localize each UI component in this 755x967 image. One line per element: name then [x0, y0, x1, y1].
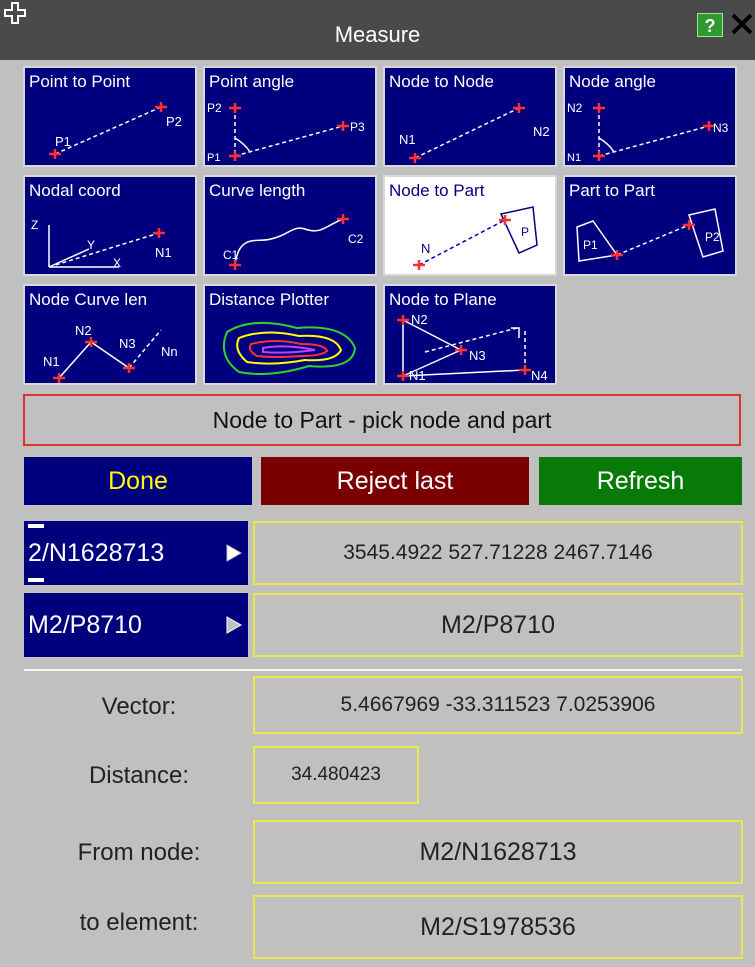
- node-to-node-icon: N1 N2: [399, 103, 550, 163]
- vector-label: Vector:: [101, 693, 177, 720]
- reject-last-button[interactable]: Reject last: [261, 457, 529, 505]
- from-node-label: From node:: [77, 839, 201, 866]
- tile-text: N1: [409, 368, 426, 383]
- refresh-button[interactable]: Refresh: [539, 457, 742, 505]
- tile-text: N4: [531, 368, 548, 383]
- part-picker-label: M2/P8710: [28, 611, 142, 639]
- move-icon[interactable]: [4, 2, 26, 24]
- node-picker[interactable]: 2/N1628713: [24, 521, 248, 585]
- tile-text: N2: [567, 101, 583, 115]
- node-angle-icon: N2 N1 N3: [567, 101, 729, 164]
- divider: [24, 669, 742, 671]
- tile-point-to-point[interactable]: Point to Point P1 P2: [23, 66, 197, 167]
- tile-node-to-part[interactable]: Node to Part N P: [383, 175, 557, 276]
- tile-text: C1: [223, 248, 239, 262]
- tile-text: N1: [155, 245, 172, 260]
- tile-text: N3: [119, 336, 136, 351]
- status-message: Node to Part - pick node and part: [23, 394, 741, 446]
- tile-part-to-part[interactable]: Part to Part P1 P2: [563, 175, 737, 276]
- node-curve-length-icon: N1 N2 N3 Nn: [43, 323, 178, 383]
- tile-text: N2: [75, 323, 92, 338]
- tile-node-angle[interactable]: Node angle N2 N1 N3: [563, 66, 737, 167]
- tile-text: C2: [348, 232, 364, 246]
- distance-plotter-icon: [223, 321, 357, 375]
- nodal-coord-icon: Z Y X N1: [31, 218, 172, 270]
- part-value: M2/P8710: [253, 593, 743, 657]
- vector-value: 5.4667969 -33.311523 7.0253906: [253, 676, 743, 734]
- tile-text: P1: [583, 238, 598, 252]
- tile-node-to-plane[interactable]: Node to Plane N2 N3 N1 N4: [383, 284, 557, 385]
- tile-text: N3: [713, 121, 729, 135]
- tile-text: P2: [705, 230, 720, 244]
- title-bar: Measure ?: [0, 0, 755, 60]
- close-icon[interactable]: [728, 10, 755, 38]
- tile-text: P2: [166, 114, 182, 129]
- tile-text: N: [421, 241, 430, 256]
- tile-node-curve-len[interactable]: Node Curve len N1 N2 N3 Nn: [23, 284, 197, 385]
- node-picker-label: 2/N1628713: [28, 539, 165, 567]
- tile-text: N1: [43, 354, 60, 369]
- node-to-plane-icon: N2 N3 N1 N4: [397, 312, 548, 383]
- tile-node-to-node[interactable]: Node to Node N1 N2: [383, 66, 557, 167]
- done-button[interactable]: Done: [24, 457, 252, 505]
- tile-text: N2: [533, 124, 550, 139]
- to-element-value: M2/S1978536: [253, 895, 743, 959]
- tile-point-angle[interactable]: Point angle P2 P1 P3: [203, 66, 377, 167]
- tile-text: Y: [87, 238, 95, 252]
- point-angle-icon: P2 P1 P3: [207, 101, 365, 164]
- window-title: Measure: [334, 22, 421, 47]
- scroll-down-marker: [28, 578, 44, 582]
- distance-label: Distance:: [88, 762, 190, 789]
- node-to-part-icon: N P: [413, 206, 538, 270]
- node-coordinates: 3545.4922 527.71228 2467.7146: [253, 521, 743, 585]
- distance-value: 34.480423: [253, 746, 419, 804]
- tile-text: P: [521, 225, 529, 239]
- tile-text: N3: [469, 348, 486, 363]
- tile-distance-plotter[interactable]: Distance Plotter: [203, 284, 377, 385]
- tile-text: P3: [350, 120, 365, 134]
- part-picker[interactable]: M2/P8710: [24, 593, 248, 657]
- tile-text: Z: [31, 218, 38, 232]
- curve-length-icon: C1 C2: [223, 214, 364, 270]
- tile-text: N2: [411, 312, 428, 327]
- tile-text: P1: [207, 152, 220, 164]
- tile-text: N1: [399, 132, 416, 147]
- part-to-part-icon: P1 P2: [576, 208, 724, 262]
- play-arrow-icon[interactable]: [226, 544, 242, 562]
- tile-text: P1: [55, 134, 71, 149]
- help-button[interactable]: ?: [697, 13, 723, 37]
- tile-text: X: [113, 256, 121, 270]
- scroll-up-marker: [28, 524, 44, 528]
- tile-nodal-coord[interactable]: Nodal coord Z Y X N1: [23, 175, 197, 276]
- play-arrow-icon[interactable]: [226, 616, 242, 634]
- from-node-value: M2/N1628713: [253, 820, 743, 884]
- to-element-label: to element:: [79, 909, 199, 936]
- tile-curve-length[interactable]: Curve length C1 C2: [203, 175, 377, 276]
- point-to-point-icon: P1 P2: [49, 102, 182, 159]
- tile-text: N1: [567, 152, 581, 164]
- tile-text: P2: [207, 101, 222, 115]
- tile-text: Nn: [161, 344, 178, 359]
